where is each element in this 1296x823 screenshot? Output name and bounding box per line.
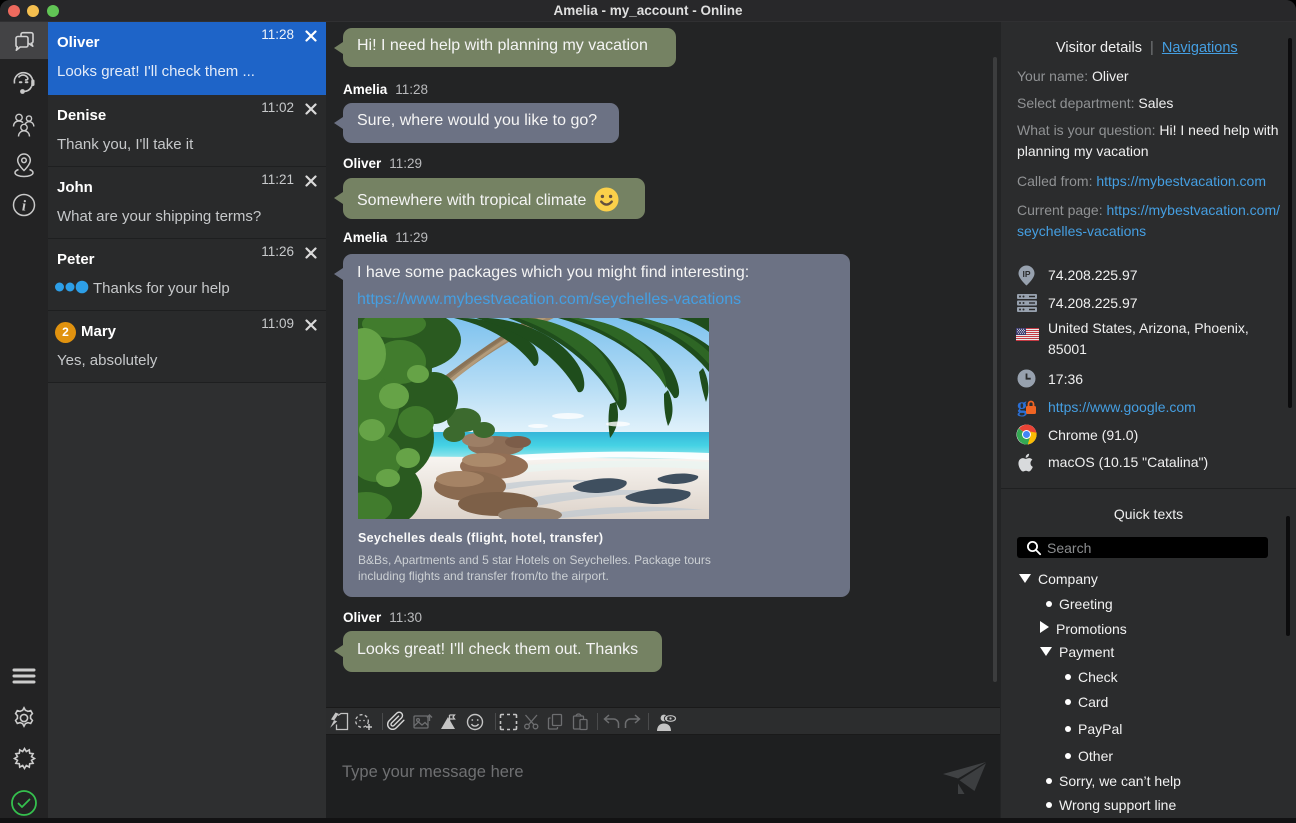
svg-text:i: i	[22, 199, 27, 215]
svg-text:g: g	[1017, 396, 1027, 417]
svg-text:IP: IP	[1022, 269, 1030, 279]
